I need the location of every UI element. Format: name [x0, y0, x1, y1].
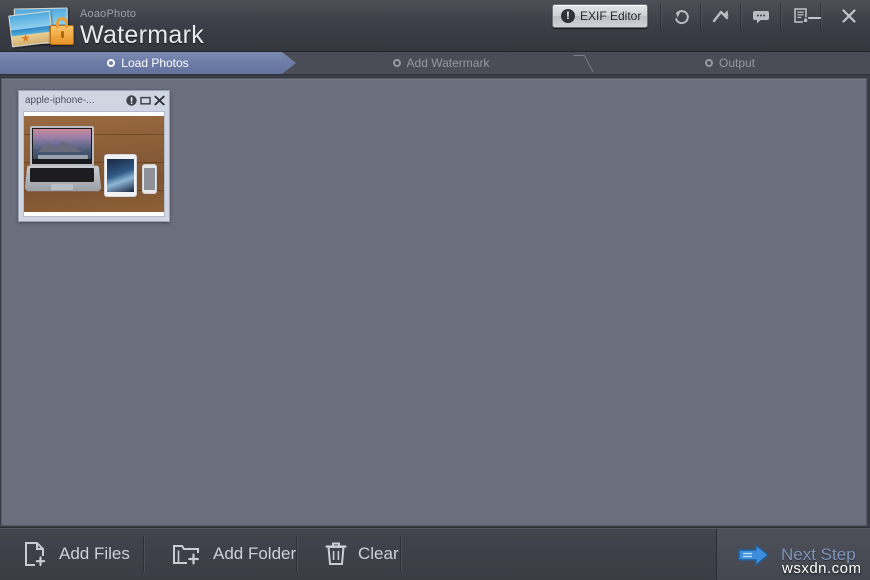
titlebar-tool-icons: [660, 3, 822, 29]
ipad-screen: [107, 159, 134, 192]
redo-arrow-icon[interactable]: [702, 3, 740, 29]
folder-add-icon: [173, 545, 200, 565]
bottom-toolbar: Add Files Add Folder Clear Next Step: [0, 527, 870, 580]
brand-name: Watermark: [80, 21, 205, 49]
step-dot-icon: [704, 59, 713, 67]
photo-card-actions: [126, 95, 165, 106]
step-add-watermark-label: Add Watermark: [406, 56, 490, 70]
toolbar-separator: [296, 536, 298, 572]
next-step-button[interactable]: Next Step: [716, 529, 870, 580]
logo-photo-front: [8, 10, 54, 48]
brand-subtitle: AoaoPhoto: [80, 8, 137, 20]
photo-card[interactable]: apple-iphone-...: [18, 90, 170, 222]
add-files-label: Add Files: [59, 544, 130, 563]
laptop-trackpad: [51, 184, 73, 190]
undo-icon[interactable]: [662, 3, 700, 29]
toolbar-separator: [143, 536, 145, 572]
clear-label: Clear: [358, 544, 399, 563]
window-controls: [802, 4, 862, 28]
step-load-photos-label: Load Photos: [121, 56, 189, 70]
step-output-label: Output: [718, 56, 756, 70]
laptop-keyboard: [30, 168, 94, 182]
step-add-watermark[interactable]: Add Watermark: [296, 52, 586, 74]
step-output[interactable]: Output: [590, 52, 870, 74]
info-icon[interactable]: [126, 95, 137, 106]
step-dot-icon: [392, 59, 401, 67]
maximize-icon[interactable]: [140, 95, 151, 106]
application-window: AoaoPhoto Watermark ! EXIF Editor Load P…: [0, 0, 870, 580]
photo-card-header: apple-iphone-...: [19, 91, 169, 110]
exclamation-circle-icon: !: [561, 9, 575, 23]
laptop-dock: [38, 155, 88, 159]
iphone-screen: [144, 168, 155, 190]
photo-list-area[interactable]: apple-iphone-...: [1, 78, 867, 526]
next-step-label: Next Step: [781, 545, 856, 564]
arrow-right-icon: [738, 544, 769, 566]
close-icon[interactable]: [154, 95, 165, 106]
toolbar-separator: [400, 536, 402, 572]
title-bar: AoaoPhoto Watermark ! EXIF Editor: [0, 0, 870, 52]
laptop-screen: [30, 126, 94, 166]
add-folder-button[interactable]: Add Folder: [154, 528, 314, 580]
file-add-icon: [25, 542, 46, 567]
feedback-bubble-icon[interactable]: [742, 3, 780, 29]
app-logo-icon: [8, 6, 76, 48]
logo-padlock-icon: [50, 17, 74, 45]
exif-editor-label: EXIF Editor: [580, 9, 642, 23]
photo-thumbnail: [24, 116, 164, 212]
add-folder-label: Add Folder: [213, 544, 297, 563]
brand-title: AoaoPhoto Watermark: [80, 8, 204, 49]
photo-card-body: [23, 111, 165, 217]
trash-icon: [325, 542, 347, 565]
close-icon[interactable]: [836, 4, 862, 28]
ipad-device: [104, 154, 137, 197]
iphone-device: [142, 164, 157, 194]
step-dot-icon: [107, 59, 116, 67]
exif-editor-button[interactable]: ! EXIF Editor: [552, 4, 648, 28]
step-load-photos[interactable]: Load Photos: [0, 52, 296, 74]
step-navigation-bar: Load Photos Add Watermark Output: [0, 52, 870, 75]
add-files-button[interactable]: Add Files: [4, 528, 148, 580]
photo-card-title: apple-iphone-...: [25, 95, 95, 106]
minimize-icon[interactable]: [802, 4, 828, 28]
